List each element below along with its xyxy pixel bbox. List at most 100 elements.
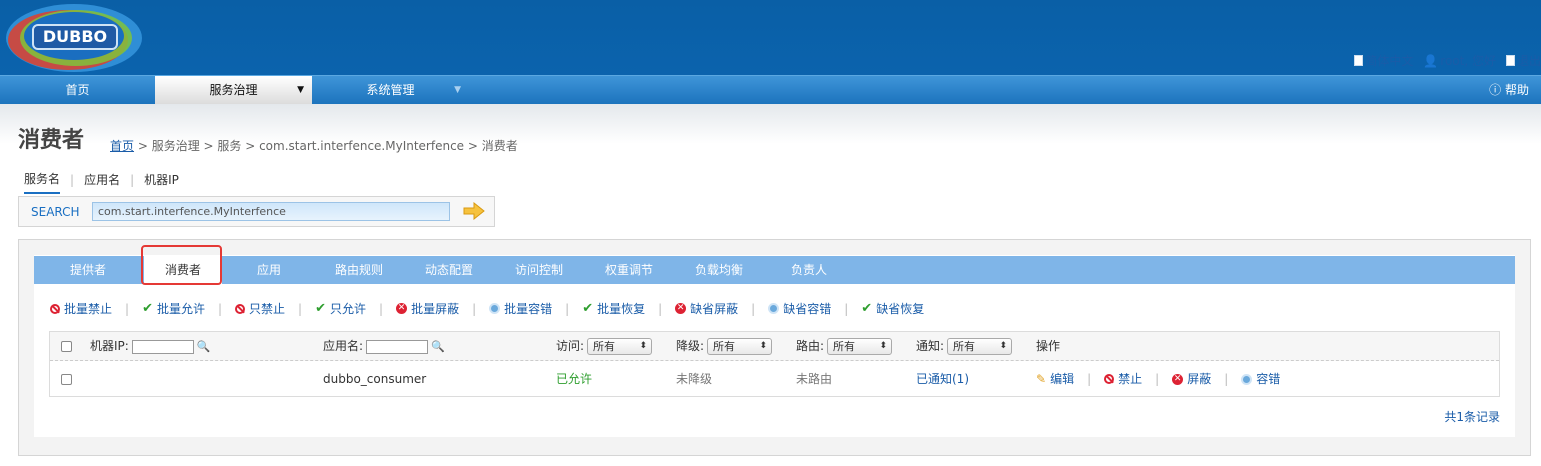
page-title: 消费者	[18, 128, 85, 153]
caret-down-icon: ▼	[297, 85, 304, 95]
batch-allow-button[interactable]: ✔ 批量允许	[142, 300, 205, 317]
select-all-checkbox[interactable]	[61, 341, 72, 352]
search-icon[interactable]: 🔍	[197, 332, 211, 361]
help-label: 帮助	[1504, 83, 1529, 97]
route-filter-cell: 路由: 所有	[796, 332, 893, 361]
arrow-right-icon[interactable]	[463, 202, 485, 220]
divider: |	[1155, 372, 1160, 386]
disable-button[interactable]: 禁止	[1104, 362, 1142, 396]
dubbo-logo[interactable]: DUBBO	[2, 0, 144, 75]
search-tab-ip[interactable]: 机器IP	[144, 171, 179, 193]
ip-filter-input[interactable]	[131, 339, 194, 354]
user-link[interactable]: 👤 root, 您好	[1423, 52, 1496, 69]
default-recover-button[interactable]: ✔ 缺省恢复	[861, 300, 924, 317]
divider: |	[472, 301, 477, 316]
tab-dynamic-config[interactable]: 动态配置	[404, 256, 494, 284]
action-label: 批量屏蔽	[411, 302, 460, 316]
check-icon: ✔	[582, 301, 594, 316]
batch-tolerate-button[interactable]: 批量容错	[489, 300, 552, 317]
tab-routes[interactable]: 路由规则	[314, 256, 404, 284]
cell-degrade: 未降级	[676, 372, 713, 386]
logout-label: 退出	[1516, 54, 1541, 68]
header-degrade: 降级:	[676, 339, 705, 353]
tab-load-balance[interactable]: 负载均衡	[674, 256, 764, 284]
row-select-cell	[61, 362, 72, 396]
search-tab-app[interactable]: 应用名	[84, 171, 120, 193]
ban-icon	[50, 303, 60, 314]
dot-circle-icon	[489, 303, 501, 314]
batch-actions: 批量禁止 | ✔ 批量允许 | 只禁止 | ✔ 只允许 | ✕ 批量屏蔽 | 批量容错…	[50, 300, 924, 317]
pencil-icon: ✎	[1036, 372, 1047, 386]
op-label: 编辑	[1050, 372, 1075, 386]
search-label: SEARCH	[31, 205, 80, 219]
breadcrumb-home-link[interactable]: 首页	[110, 139, 134, 153]
edit-button[interactable]: ✎ 编辑	[1036, 362, 1074, 396]
tab-applications[interactable]: 应用	[229, 256, 309, 284]
row-operations: ✎ 编辑 | 禁止 | ✕ 屏蔽 | 容错	[1036, 362, 1280, 396]
record-count: 共1条记录	[1444, 410, 1500, 424]
mask-button[interactable]: ✕ 屏蔽	[1172, 362, 1211, 396]
degrade-filter-cell: 降级: 所有	[676, 332, 773, 361]
divider: |	[298, 301, 303, 316]
language-link[interactable]: 简体中文	[1354, 52, 1413, 69]
nav-item-label: 服务治理	[209, 83, 258, 97]
ban-icon	[1104, 374, 1115, 384]
search-box: SEARCH	[18, 196, 495, 227]
tolerate-button[interactable]: 容错	[1241, 362, 1280, 396]
nav-item-home[interactable]: 首页	[0, 76, 155, 104]
user-label: root, 您好	[1440, 54, 1496, 68]
access-select[interactable]: 所有	[587, 338, 653, 355]
cell-route: 未路由	[796, 372, 833, 386]
default-mask-button[interactable]: ✕ 缺省屏蔽	[675, 300, 738, 317]
top-header: DUBBO 简体中文 👤 root, 您好 退出	[0, 0, 1541, 75]
header-app: 应用名:	[323, 339, 364, 353]
batch-disable-button[interactable]: 批量禁止	[50, 300, 112, 317]
only-allow-button[interactable]: ✔ 只允许	[315, 300, 366, 317]
degrade-select[interactable]: 所有	[707, 338, 773, 355]
batch-mask-button[interactable]: ✕ 批量屏蔽	[396, 300, 459, 317]
user-icon: 👤	[1423, 53, 1439, 68]
route-select[interactable]: 所有	[827, 338, 893, 355]
batch-recover-button[interactable]: ✔ 批量恢复	[582, 300, 645, 317]
select-all-cell	[61, 332, 72, 361]
action-label: 批量容错	[504, 302, 553, 316]
only-disable-button[interactable]: 只禁止	[235, 300, 285, 317]
divider: |	[658, 301, 663, 316]
logo-text: DUBBO	[32, 24, 118, 50]
divider: |	[565, 301, 570, 316]
search-type-tabs: 服务名 | 应用名 | 机器IP	[24, 170, 179, 194]
default-tolerate-button[interactable]: 缺省容错	[768, 300, 831, 317]
tab-providers[interactable]: 提供者	[34, 256, 142, 284]
divider: |	[217, 301, 223, 316]
search-tab-service[interactable]: 服务名	[24, 170, 61, 194]
app-filter-cell: 应用名: 🔍	[323, 332, 445, 361]
check-icon: ✔	[315, 301, 326, 316]
breadcrumb-path: > 服务治理 > 服务 > com.start.interfence.MyInt…	[134, 139, 518, 153]
nav-item-service-governance[interactable]: 服务治理 ▼	[155, 76, 312, 104]
op-label: 屏蔽	[1187, 372, 1212, 386]
action-label: 缺省容错	[783, 302, 832, 316]
logout-link[interactable]: 退出	[1505, 52, 1541, 69]
access-filter-cell: 访问: 所有	[556, 332, 653, 361]
search-icon[interactable]: 🔍	[431, 332, 445, 361]
tab-owners[interactable]: 负责人	[764, 256, 854, 284]
divider: |	[130, 172, 135, 187]
x-circle-icon: ✕	[396, 303, 408, 314]
tab-access-control[interactable]: 访问控制	[494, 256, 584, 284]
help-link[interactable]: ⓘ 帮助	[1489, 76, 1529, 104]
cell-notify-link[interactable]: 已通知(1)	[916, 362, 969, 396]
tab-consumers[interactable]: 消费者	[144, 256, 222, 284]
divider: |	[1224, 372, 1229, 386]
row-checkbox[interactable]	[61, 373, 72, 385]
help-icon: ⓘ	[1489, 83, 1502, 97]
divider: |	[844, 301, 849, 316]
notify-select[interactable]: 所有	[947, 338, 1013, 355]
action-label: 缺省恢复	[876, 302, 925, 316]
app-filter-input[interactable]	[366, 339, 429, 354]
nav-item-system-management[interactable]: 系统管理 ▼	[312, 76, 469, 104]
search-input[interactable]	[92, 202, 450, 221]
nav-item-label: 系统管理	[366, 83, 415, 97]
x-circle-icon: ✕	[1172, 373, 1184, 385]
tab-weights[interactable]: 权重调节	[584, 256, 674, 284]
document-icon	[1354, 55, 1364, 66]
